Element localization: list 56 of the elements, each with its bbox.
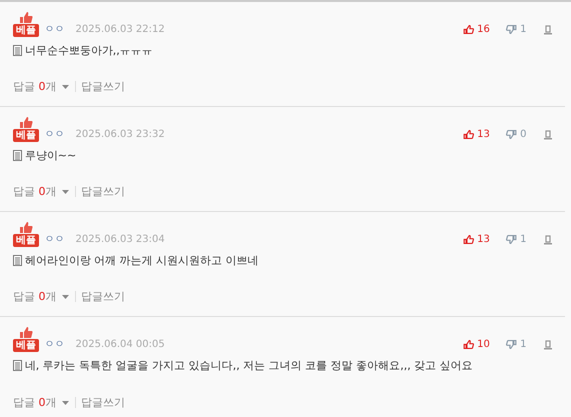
- write-reply-link[interactable]: 답글쓰기: [81, 78, 125, 95]
- thumbs-down-icon: [506, 339, 518, 350]
- like-button[interactable]: 13: [463, 232, 490, 247]
- report-icon[interactable]: [543, 340, 553, 350]
- comment-date: 2025.06.03 23:32: [76, 128, 165, 142]
- author-name: ㅇㅇ: [44, 233, 64, 247]
- caret-icon: [62, 400, 69, 405]
- document-icon: [13, 360, 22, 372]
- thumbs-up-icon: [463, 129, 474, 140]
- like-button[interactable]: 16: [463, 22, 490, 37]
- write-reply-link[interactable]: 답글쓰기: [81, 184, 125, 200]
- thumbs-up-icon: [19, 116, 33, 129]
- reply-count-toggle[interactable]: 답글 0개: [13, 394, 56, 411]
- comment-text: 너무순수뽀둥아가,,ㅠㅠㅠ: [24, 42, 153, 58]
- document-icon: [13, 150, 22, 162]
- like-button[interactable]: 13: [463, 127, 490, 142]
- author-name: ㅇㅇ: [44, 128, 64, 142]
- thumbs-up-icon: [19, 326, 33, 339]
- thumbs-up-icon: [463, 339, 474, 350]
- best-badge: 베플: [13, 129, 39, 142]
- best-badge: 베플: [13, 339, 39, 352]
- report-icon[interactable]: [543, 24, 553, 34]
- author-name: ㅇㅇ: [44, 338, 64, 352]
- caret-icon: [62, 84, 69, 89]
- reply-count-toggle[interactable]: 답글 0개: [13, 184, 56, 200]
- thumbs-up-icon: [463, 234, 474, 245]
- write-reply-link[interactable]: 답글쓰기: [81, 288, 125, 305]
- caret-icon: [62, 294, 69, 299]
- document-icon: [13, 45, 22, 56]
- report-icon[interactable]: [543, 234, 553, 244]
- comment-text: 헤어라인이랑 어깨 까는게 시원시원하고 이쁘네: [24, 252, 259, 268]
- dislike-button[interactable]: 0: [506, 127, 526, 142]
- best-badge: 베플: [13, 24, 39, 37]
- write-reply-link[interactable]: 답글쓰기: [81, 394, 125, 411]
- comment-text: 루냥이~~: [24, 148, 76, 164]
- best-badge: 베플: [13, 234, 39, 247]
- report-icon[interactable]: [543, 130, 553, 140]
- thumbs-down-icon: [506, 234, 518, 245]
- dislike-button[interactable]: 1: [506, 232, 526, 247]
- reply-count-toggle[interactable]: 답글 0개: [13, 78, 56, 95]
- thumbs-down-icon: [506, 24, 518, 35]
- document-icon: [13, 255, 22, 266]
- dislike-button[interactable]: 1: [506, 337, 526, 352]
- like-button[interactable]: 10: [463, 337, 490, 352]
- comment-date: 2025.06.03 23:04: [76, 233, 165, 247]
- caret-icon: [62, 190, 69, 194]
- dislike-button[interactable]: 1: [506, 22, 526, 37]
- comment-date: 2025.06.03 22:12: [76, 23, 165, 37]
- comment-date: 2025.06.04 00:05: [76, 338, 165, 352]
- thumbs-up-icon: [463, 24, 474, 35]
- author-name: ㅇㅇ: [44, 23, 64, 37]
- thumbs-down-icon: [506, 129, 518, 140]
- thumbs-up-icon: [19, 11, 33, 24]
- thumbs-up-icon: [19, 221, 33, 234]
- comment-text: 네, 루카는 독특한 얼굴을 가지고 있습니다,, 저는 그녀의 코를 정말 좋아해요,,, 갖고 싶어요: [24, 358, 473, 374]
- reply-count-toggle[interactable]: 답글 0개: [13, 288, 56, 305]
